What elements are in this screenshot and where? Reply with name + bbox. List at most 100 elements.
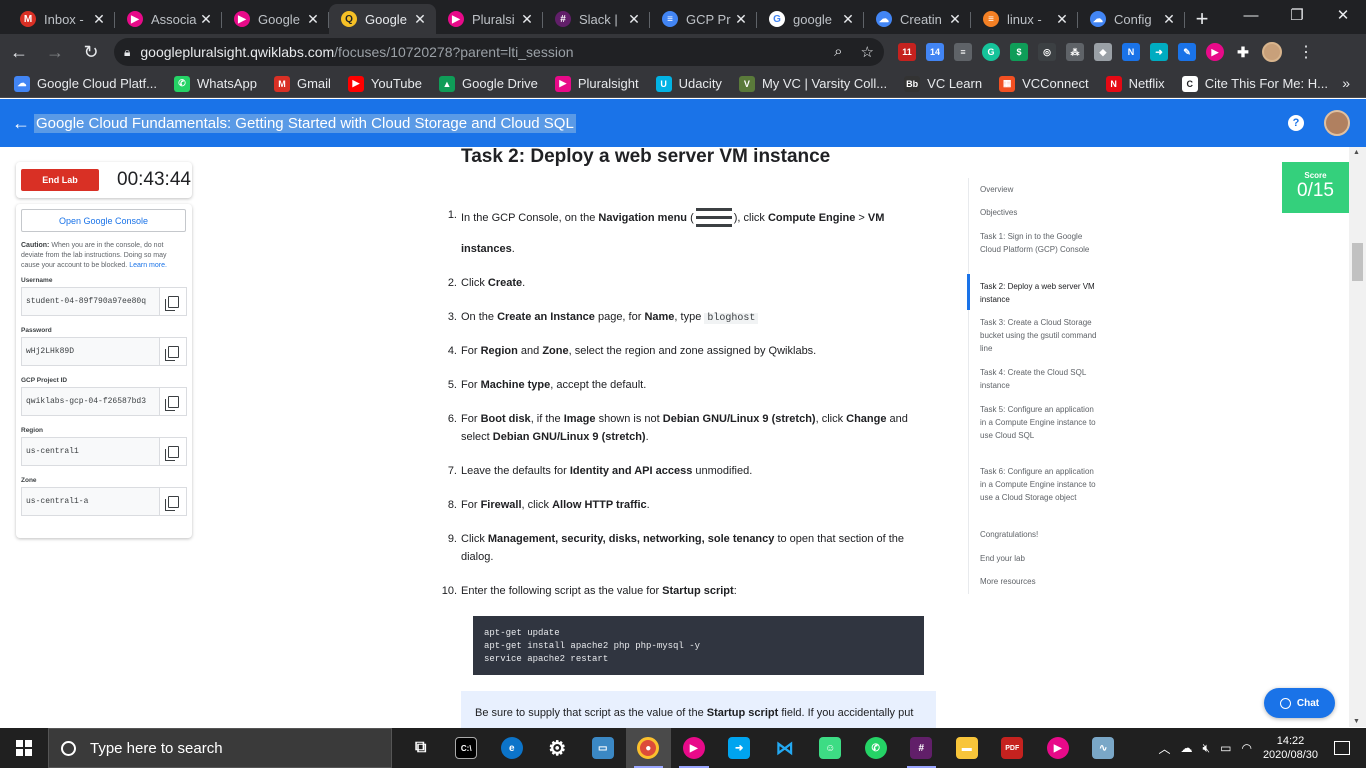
send-icon[interactable]: ➜ <box>717 728 763 768</box>
extension-icon[interactable]: ◆ <box>1094 43 1112 61</box>
extension-icon[interactable]: ◎ <box>1038 43 1056 61</box>
extension-icon[interactable]: N <box>1122 43 1140 61</box>
extension-icon[interactable]: $ <box>1010 43 1028 61</box>
page-scrollbar[interactable]: ▲ ▼ <box>1349 147 1366 727</box>
credential-value[interactable]: us-central1 <box>22 438 159 465</box>
android-icon[interactable]: ☺ <box>808 728 854 768</box>
whatsapp-app-icon[interactable]: ✆ <box>853 728 899 768</box>
reload-icon[interactable]: ↻ <box>74 37 108 67</box>
slack-app-icon[interactable]: # <box>899 728 945 768</box>
toc-item[interactable]: Task 1: Sign in to the Google Cloud Plat… <box>980 230 1100 256</box>
user-avatar[interactable] <box>1324 110 1350 136</box>
address-bar[interactable]: 🔒︎ googlepluralsight.qwiklabs.com/focuse… <box>114 38 884 66</box>
bookmark-item[interactable]: ✆ WhatsApp <box>173 75 257 92</box>
toc-item[interactable]: Task 3: Create a Cloud Storage bucket us… <box>980 316 1100 355</box>
browser-tab[interactable]: ▶ Pluralsi ✕ <box>436 4 543 34</box>
computer-icon[interactable]: ▭ <box>580 728 626 768</box>
bookmark-item[interactable]: U Udacity <box>655 75 722 92</box>
restore-icon[interactable]: ❐ <box>1274 0 1320 30</box>
browser-tab[interactable]: Ggoogle ✕ <box>757 4 864 34</box>
bookmark-item[interactable]: N Netflix <box>1105 75 1165 92</box>
tab-close-icon[interactable]: ✕ <box>412 11 428 28</box>
back-arrow-icon[interactable]: ← <box>12 113 34 134</box>
show-hidden-icon[interactable]: ︿ <box>1159 740 1171 757</box>
copy-button[interactable] <box>159 388 186 415</box>
menu-kebab-icon[interactable]: ⋮ <box>1298 42 1314 62</box>
toc-item[interactable]: Objectives <box>980 206 1100 219</box>
scroll-down-icon[interactable]: ▼ <box>1353 718 1360 725</box>
battery-icon[interactable]: ▭ <box>1220 741 1231 755</box>
terminal-icon[interactable]: C:\ <box>444 728 490 768</box>
pluralsight-app-icon[interactable]: ▶ <box>1035 728 1081 768</box>
browser-tab[interactable]: Q Google ✕ <box>329 4 436 34</box>
browser-tab[interactable]: ▶ Associa ✕ <box>115 4 222 34</box>
scroll-up-icon[interactable]: ▲ <box>1353 149 1360 156</box>
end-lab-button[interactable]: End Lab <box>21 169 99 191</box>
browser-tab[interactable]: ≡ GCP Pr ✕ <box>650 4 757 34</box>
toc-item[interactable]: Task 5: Configure an application in a Co… <box>980 403 1100 442</box>
edge-icon[interactable]: e <box>489 728 535 768</box>
extension-icon[interactable]: 11 <box>898 43 916 61</box>
tab-close-icon[interactable]: ✕ <box>1161 11 1177 28</box>
credential-value[interactable]: student-04-89f790a97ee80q <box>22 288 159 315</box>
windows-start-icon[interactable] <box>0 728 48 768</box>
vscode-icon[interactable]: ⋈ <box>762 728 808 768</box>
grammarly-icon[interactable]: G <box>982 43 1000 61</box>
toc-item[interactable]: Overview <box>980 183 1100 196</box>
chrome-icon[interactable]: ● <box>625 728 671 768</box>
startup-script-code[interactable]: apt-get update apt-get install apache2 p… <box>473 616 924 675</box>
zoom-search-icon[interactable]: ⌕ <box>834 43 842 61</box>
open-console-button[interactable]: Open Google Console <box>21 209 186 232</box>
copy-button[interactable] <box>159 338 186 365</box>
close-window-icon[interactable]: ✕ <box>1320 0 1366 30</box>
puzzle-icon[interactable]: ✚ <box>1234 43 1252 61</box>
pdf-icon[interactable]: PDF <box>990 728 1036 768</box>
extension-icon[interactable]: ✎ <box>1178 43 1196 61</box>
browser-tab[interactable]: ☁ Creatin ✕ <box>864 4 971 34</box>
extension-icon[interactable]: ⁂ <box>1066 43 1084 61</box>
forward-icon[interactable]: → <box>38 37 72 67</box>
toc-item[interactable]: Task 4: Create the Cloud SQL instance <box>980 366 1100 392</box>
bookmark-item[interactable]: V My VC | Varsity Coll... <box>738 75 887 92</box>
profile-avatar[interactable] <box>1262 42 1282 62</box>
tab-close-icon[interactable]: ✕ <box>840 11 856 28</box>
extension-icon[interactable]: ➜ <box>1150 43 1168 61</box>
taskbar-search[interactable]: Type here to search <box>48 728 392 768</box>
extension-icon[interactable]: 14 <box>926 43 944 61</box>
copy-button[interactable] <box>159 488 186 515</box>
bookmark-item[interactable]: ▲ Google Drive <box>439 75 538 92</box>
toc-item[interactable]: End your lab <box>980 552 1100 565</box>
browser-tab[interactable]: # Slack | ✕ <box>543 4 650 34</box>
settings-icon[interactable]: ⚙ <box>535 728 581 768</box>
wifi-icon[interactable]: ◠ <box>1241 741 1251 755</box>
copy-button[interactable] <box>159 288 186 315</box>
notifications-icon[interactable] <box>1334 741 1350 755</box>
bookmark-item[interactable]: M Gmail <box>273 75 331 92</box>
tab-close-icon[interactable]: ✕ <box>733 11 749 28</box>
help-icon[interactable]: ? <box>1288 115 1304 131</box>
scroll-thumb[interactable] <box>1352 243 1363 281</box>
bookmark-item[interactable]: ▦ VCConnect <box>999 75 1089 92</box>
tab-close-icon[interactable]: ✕ <box>626 11 642 28</box>
toc-item[interactable]: Task 6: Configure an application in a Co… <box>980 465 1100 504</box>
tab-close-icon[interactable]: ✕ <box>198 11 214 28</box>
bookmark-item[interactable]: C Cite This For Me: H... <box>1181 75 1328 92</box>
monitor-icon[interactable]: ∿ <box>1081 728 1127 768</box>
minimize-icon[interactable]: — <box>1228 0 1274 30</box>
pluralsight-app-icon[interactable]: ▶ <box>671 728 717 768</box>
chat-button[interactable]: Chat <box>1264 688 1335 718</box>
credential-value[interactable]: us-central1-a <box>22 488 159 515</box>
back-icon[interactable]: ← <box>2 37 36 67</box>
browser-tab[interactable]: ▶ Google ✕ <box>222 4 329 34</box>
pluralsight-icon[interactable]: ▶ <box>1206 43 1224 61</box>
tab-close-icon[interactable]: ✕ <box>91 11 107 28</box>
bookmark-item[interactable]: ▶ Pluralsight <box>554 75 639 92</box>
reader-icon[interactable]: ≡ <box>954 43 972 61</box>
clock[interactable]: 14:22 2020/08/30 <box>1263 734 1318 762</box>
toc-item[interactable]: Task 2: Deploy a web server VM instance <box>980 280 1100 306</box>
tab-close-icon[interactable]: ✕ <box>1054 11 1070 28</box>
browser-tab[interactable]: ≡ linux - ✕ <box>971 4 1078 34</box>
course-title[interactable]: Google Cloud Fundamentals: Getting Start… <box>34 113 576 133</box>
toc-item[interactable]: More resources <box>980 575 1100 588</box>
tab-close-icon[interactable]: ✕ <box>305 11 321 28</box>
